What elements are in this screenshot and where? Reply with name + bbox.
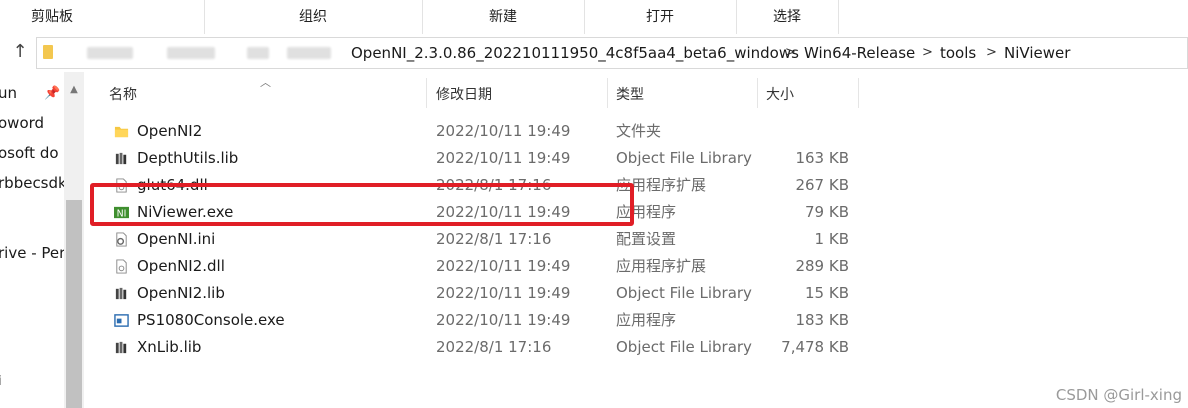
redacted-path-segment <box>87 47 133 59</box>
file-size <box>746 118 849 145</box>
nav-item[interactable]: rive - Per <box>0 244 65 262</box>
ribbon-group-select[interactable]: 选择 <box>737 0 837 34</box>
file-size: 183 KB <box>795 311 849 329</box>
file-row[interactable]: DepthUtils.lib 2022/10/11 19:49 Object F… <box>86 145 1188 172</box>
address-bar[interactable]: OpenNI_2.3.0.86_202210111950_4c8f5aa4_be… <box>36 37 1188 69</box>
file-date: 2022/10/11 19:49 <box>436 257 571 275</box>
library-file-icon <box>115 152 127 165</box>
file-type: 应用程序扩展 <box>616 257 707 275</box>
file-row[interactable]: OpenNI.ini 2022/8/1 17:16 配置设置 1 KB <box>86 226 1188 253</box>
dll-file-icon <box>116 259 127 274</box>
breadcrumb-chevron-icon[interactable]: > <box>986 38 997 68</box>
file-size: 289 KB <box>795 257 849 275</box>
breadcrumb-chevron-icon[interactable]: > <box>785 38 796 68</box>
file-type: Object File Library <box>616 338 752 356</box>
column-header-type[interactable]: 类型 <box>616 82 644 108</box>
file-name: OpenNI2.lib <box>137 284 225 302</box>
ini-file-icon <box>116 232 127 247</box>
console-app-icon <box>114 314 129 327</box>
file-row[interactable]: XnLib.lib 2022/8/1 17:16 Object File Lib… <box>86 334 1188 361</box>
file-date: 2022/8/1 17:16 <box>436 230 552 248</box>
file-name: PS1080Console.exe <box>137 311 285 329</box>
file-name: XnLib.lib <box>137 338 202 356</box>
file-list: ︿ 名称 修改日期 类型 大小 OpenNI2 2022/10/11 19:49… <box>86 72 1188 408</box>
redacted-path-segment <box>287 47 331 59</box>
nav-item[interactable]: un <box>0 84 17 102</box>
file-row[interactable]: OpenNI2.dll 2022/10/11 19:49 应用程序扩展 289 … <box>86 253 1188 280</box>
breadcrumb-openni-folder[interactable]: OpenNI_2.3.0.86_202210111950_4c8f5aa4_be… <box>351 38 799 68</box>
file-size: 163 KB <box>795 149 849 167</box>
file-size: 1 KB <box>814 230 849 248</box>
nav-item[interactable]: osoft do <box>0 144 59 162</box>
column-divider[interactable] <box>757 78 758 108</box>
address-row: ↑ OpenNI_2.3.0.86_202210111950_4c8f5aa4_… <box>0 34 1188 70</box>
nav-item[interactable]: i <box>0 374 2 389</box>
file-type: 配置设置 <box>616 230 677 248</box>
column-divider[interactable] <box>607 78 608 108</box>
column-divider[interactable] <box>858 78 859 108</box>
file-date: 2022/10/11 19:49 <box>436 122 571 140</box>
watermark: CSDN @Girl-xing <box>1055 386 1182 404</box>
file-name: DepthUtils.lib <box>137 149 239 167</box>
redacted-path-segment <box>167 47 215 59</box>
file-row[interactable]: OpenNI2.lib 2022/10/11 19:49 Object File… <box>86 280 1188 307</box>
file-size: 267 KB <box>795 176 849 194</box>
column-divider[interactable] <box>426 78 427 108</box>
library-file-icon <box>115 287 127 300</box>
library-file-icon <box>115 341 127 354</box>
up-arrow-icon[interactable]: ↑ <box>10 42 30 62</box>
file-row[interactable]: PS1080Console.exe 2022/10/11 19:49 应用程序 … <box>86 307 1188 334</box>
file-date: 2022/10/11 19:49 <box>436 311 571 329</box>
breadcrumb-tools[interactable]: tools <box>940 38 976 68</box>
file-type: 文件夹 <box>616 122 662 140</box>
breadcrumb-niviewer[interactable]: NiViewer <box>1004 38 1070 68</box>
ribbon-group-organize[interactable]: 组织 <box>205 0 421 34</box>
file-name: OpenNI2.dll <box>137 257 225 275</box>
breadcrumb-win64-release[interactable]: Win64-Release <box>804 38 915 68</box>
file-row[interactable]: OpenNI2 2022/10/11 19:49 文件夹 <box>86 118 1188 145</box>
file-size: 7,478 KB <box>781 338 849 356</box>
ribbon-group-clipboard[interactable]: 剪贴板 <box>0 0 104 34</box>
redacted-path-segment <box>247 47 269 59</box>
column-header-name[interactable]: 名称 <box>109 82 137 108</box>
nav-scrollbar-thumb[interactable] <box>66 200 82 408</box>
breadcrumb-chevron-icon[interactable]: > <box>922 38 933 68</box>
file-name: OpenNI2 <box>137 122 203 140</box>
pin-icon[interactable]: 📌 <box>44 86 60 101</box>
scroll-up-arrow-icon[interactable]: ▲ <box>64 80 84 100</box>
ribbon-divider <box>838 0 839 34</box>
highlight-annotation <box>90 183 634 226</box>
sort-ascending-icon: ︿ <box>260 76 271 89</box>
file-type: 应用程序 <box>616 311 677 329</box>
folder-icon <box>43 45 53 59</box>
nav-item[interactable]: rbbecsdk <box>0 174 67 192</box>
ribbon-group-open[interactable]: 打开 <box>585 0 735 34</box>
file-date: 2022/10/11 19:49 <box>436 284 571 302</box>
file-size: 79 KB <box>805 203 849 221</box>
nav-item[interactable]: oword <box>0 114 44 132</box>
folder-icon <box>114 126 129 138</box>
ribbon-group-new[interactable]: 新建 <box>423 0 583 34</box>
file-date: 2022/10/11 19:49 <box>436 149 571 167</box>
file-type: Object File Library <box>616 284 752 302</box>
column-header-size[interactable]: 大小 <box>766 82 794 108</box>
file-name: OpenNI.ini <box>137 230 216 248</box>
file-type: Object File Library <box>616 149 752 167</box>
file-date: 2022/8/1 17:16 <box>436 338 552 356</box>
file-size: 15 KB <box>805 284 849 302</box>
ribbon-group-labels: 剪贴板 组织 新建 打开 选择 <box>0 0 1188 35</box>
column-header-date[interactable]: 修改日期 <box>436 82 492 108</box>
